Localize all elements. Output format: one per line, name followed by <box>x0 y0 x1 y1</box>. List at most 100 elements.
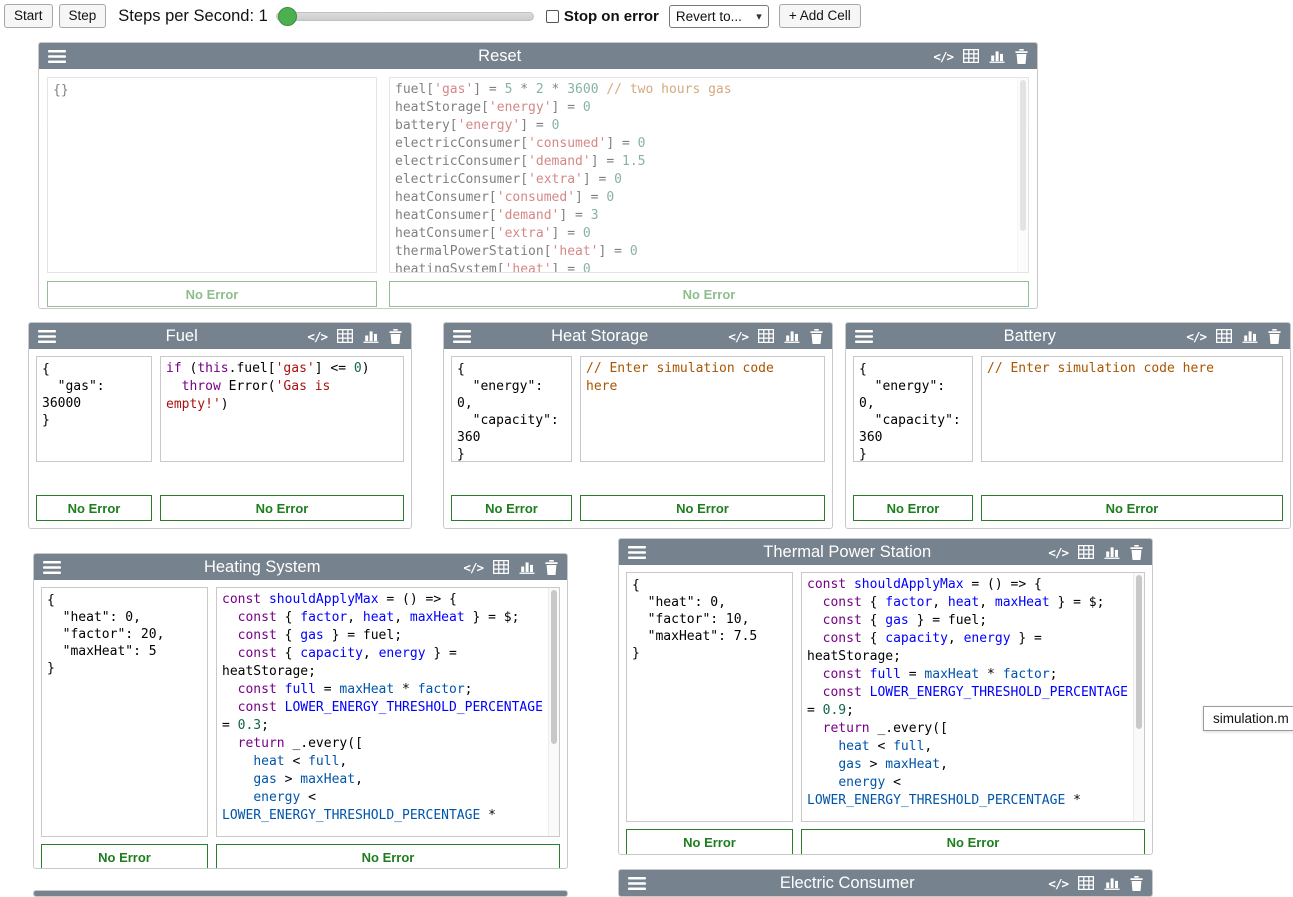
trash-icon[interactable] <box>1015 49 1028 64</box>
scrollbar[interactable] <box>548 588 559 836</box>
cell-reset-header: Reset </> <box>39 43 1037 69</box>
code-view-icon[interactable]: </> <box>1186 329 1206 344</box>
state-editor[interactable]: { "heat": 0, "factor": 20, "maxHeat": 5 … <box>41 587 208 837</box>
start-button[interactable]: Start <box>4 4 53 28</box>
state-editor[interactable]: {} <box>47 77 377 273</box>
trash-icon[interactable] <box>1130 545 1143 560</box>
code-error-status: No Error <box>981 495 1283 521</box>
code-editor[interactable]: const shouldApplyMax = () => { const { f… <box>801 572 1145 822</box>
table-view-icon[interactable] <box>1078 876 1094 890</box>
chart-view-icon[interactable] <box>363 329 379 343</box>
drag-handle-icon[interactable] <box>453 330 471 343</box>
state-editor[interactable]: { "energy": 0, "capacity": 360 } <box>853 356 973 462</box>
state-editor[interactable]: { "gas": 36000 } <box>36 356 152 462</box>
toolbar: Start Step Steps per Second: 1 Stop on e… <box>0 0 1293 32</box>
drag-handle-icon[interactable] <box>48 50 66 63</box>
chart-view-icon[interactable] <box>1242 329 1258 343</box>
code-error-status: No Error <box>160 495 404 521</box>
cell-partial-next <box>33 890 568 897</box>
status-tooltip: simulation.m <box>1203 706 1293 731</box>
code-editor[interactable]: if (this.fuel['gas'] <= 0) throw Error('… <box>160 356 404 462</box>
cell-title: Thermal Power Station <box>646 543 1048 562</box>
chart-view-icon[interactable] <box>784 329 800 343</box>
code-view-icon[interactable]: </> <box>1048 545 1068 560</box>
simulation-notebook-page: Start Step Steps per Second: 1 Stop on e… <box>0 0 1293 897</box>
stop-on-error-label: Stop on error <box>564 8 659 25</box>
cell-electric-consumer-header: Electric Consumer </> <box>619 870 1152 896</box>
cell-thermal-power-station: Thermal Power Station </> { "heat": 0, "… <box>618 538 1153 855</box>
cell-electric-consumer: Electric Consumer </> <box>618 869 1153 897</box>
scrollbar[interactable] <box>1133 573 1144 821</box>
code-error-status: No Error <box>580 495 825 521</box>
trash-icon[interactable] <box>810 329 823 344</box>
cell-fuel: Fuel </> { "gas": 36000 } if (this.fuel[… <box>28 322 412 529</box>
trash-icon[interactable] <box>1130 876 1143 891</box>
cell-heating-system-header: Heating System </> <box>34 554 567 580</box>
code-view-icon[interactable]: </> <box>728 329 748 344</box>
state-error-status: No Error <box>36 495 152 521</box>
state-error-status: No Error <box>47 281 377 307</box>
revert-to-select[interactable]: Revert to... ▾ <box>669 5 769 28</box>
code-editor[interactable]: const shouldApplyMax = () => { const { f… <box>216 587 560 837</box>
drag-handle-icon[interactable] <box>628 546 646 559</box>
add-cell-button[interactable]: + Add Cell <box>779 4 861 28</box>
drag-handle-icon[interactable] <box>43 561 61 574</box>
steps-per-second-label: Steps per Second: 1 <box>118 7 268 26</box>
chart-view-icon[interactable] <box>1104 545 1120 559</box>
state-editor[interactable]: { "heat": 0, "factor": 10, "maxHeat": 7.… <box>626 572 793 822</box>
state-error-status: No Error <box>451 495 572 521</box>
cell-heating-system: Heating System </> { "heat": 0, "factor"… <box>33 553 568 869</box>
code-error-status: No Error <box>216 844 560 869</box>
cell-reset: Reset </> {} fuel['gas'] = 5 * 2 * 3600 … <box>38 42 1038 309</box>
code-editor[interactable]: // Enter simulation code here <box>981 356 1283 462</box>
chevron-down-icon: ▾ <box>756 10 762 23</box>
cell-title: Battery <box>873 327 1186 346</box>
code-view-icon[interactable]: </> <box>307 329 327 344</box>
cell-title: Reset <box>66 47 933 66</box>
cell-heat-storage: Heat Storage </> { "energy": 0, "capacit… <box>443 322 833 529</box>
table-view-icon[interactable] <box>493 560 509 574</box>
code-editor[interactable]: fuel['gas'] = 5 * 2 * 3600 // two hours … <box>389 77 1029 273</box>
cell-title: Heat Storage <box>471 327 728 346</box>
state-error-status: No Error <box>626 829 793 855</box>
cell-battery-header: Battery </> <box>846 323 1290 349</box>
table-view-icon[interactable] <box>337 329 353 343</box>
cell-partial-header <box>34 891 567 897</box>
cell-title: Fuel <box>56 327 307 346</box>
trash-icon[interactable] <box>1268 329 1281 344</box>
table-view-icon[interactable] <box>963 49 979 63</box>
cell-fuel-header: Fuel </> <box>29 323 411 349</box>
chart-view-icon[interactable] <box>989 49 1005 63</box>
code-editor[interactable]: // Enter simulation code here <box>580 356 825 462</box>
code-view-icon[interactable]: </> <box>933 49 953 64</box>
cell-heat-storage-header: Heat Storage </> <box>444 323 832 349</box>
state-error-status: No Error <box>41 844 208 869</box>
speed-slider[interactable] <box>276 7 534 26</box>
table-view-icon[interactable] <box>1216 329 1232 343</box>
drag-handle-icon[interactable] <box>855 330 873 343</box>
slider-handle[interactable] <box>278 7 297 26</box>
code-error-status: No Error <box>801 829 1145 855</box>
code-error-status: No Error <box>389 281 1029 307</box>
trash-icon[interactable] <box>389 329 402 344</box>
state-editor[interactable]: { "energy": 0, "capacity": 360 } <box>451 356 572 462</box>
chart-view-icon[interactable] <box>519 560 535 574</box>
revert-to-selected-value: Revert to... <box>676 9 742 24</box>
code-view-icon[interactable]: </> <box>463 560 483 575</box>
stop-on-error-checkbox[interactable] <box>546 10 559 23</box>
drag-handle-icon[interactable] <box>628 877 646 890</box>
code-view-icon[interactable]: </> <box>1048 876 1068 891</box>
cell-title: Heating System <box>61 558 463 577</box>
cell-thermal-power-station-header: Thermal Power Station </> <box>619 539 1152 565</box>
scrollbar[interactable] <box>1017 78 1028 272</box>
stop-on-error-control: Stop on error <box>546 8 659 25</box>
cell-title: Electric Consumer <box>646 874 1048 893</box>
table-view-icon[interactable] <box>758 329 774 343</box>
trash-icon[interactable] <box>545 560 558 575</box>
step-button[interactable]: Step <box>59 4 107 28</box>
drag-handle-icon[interactable] <box>38 330 56 343</box>
chart-view-icon[interactable] <box>1104 876 1120 890</box>
slider-track[interactable] <box>276 12 534 21</box>
cell-battery: Battery </> { "energy": 0, "capacity": 3… <box>845 322 1291 529</box>
table-view-icon[interactable] <box>1078 545 1094 559</box>
